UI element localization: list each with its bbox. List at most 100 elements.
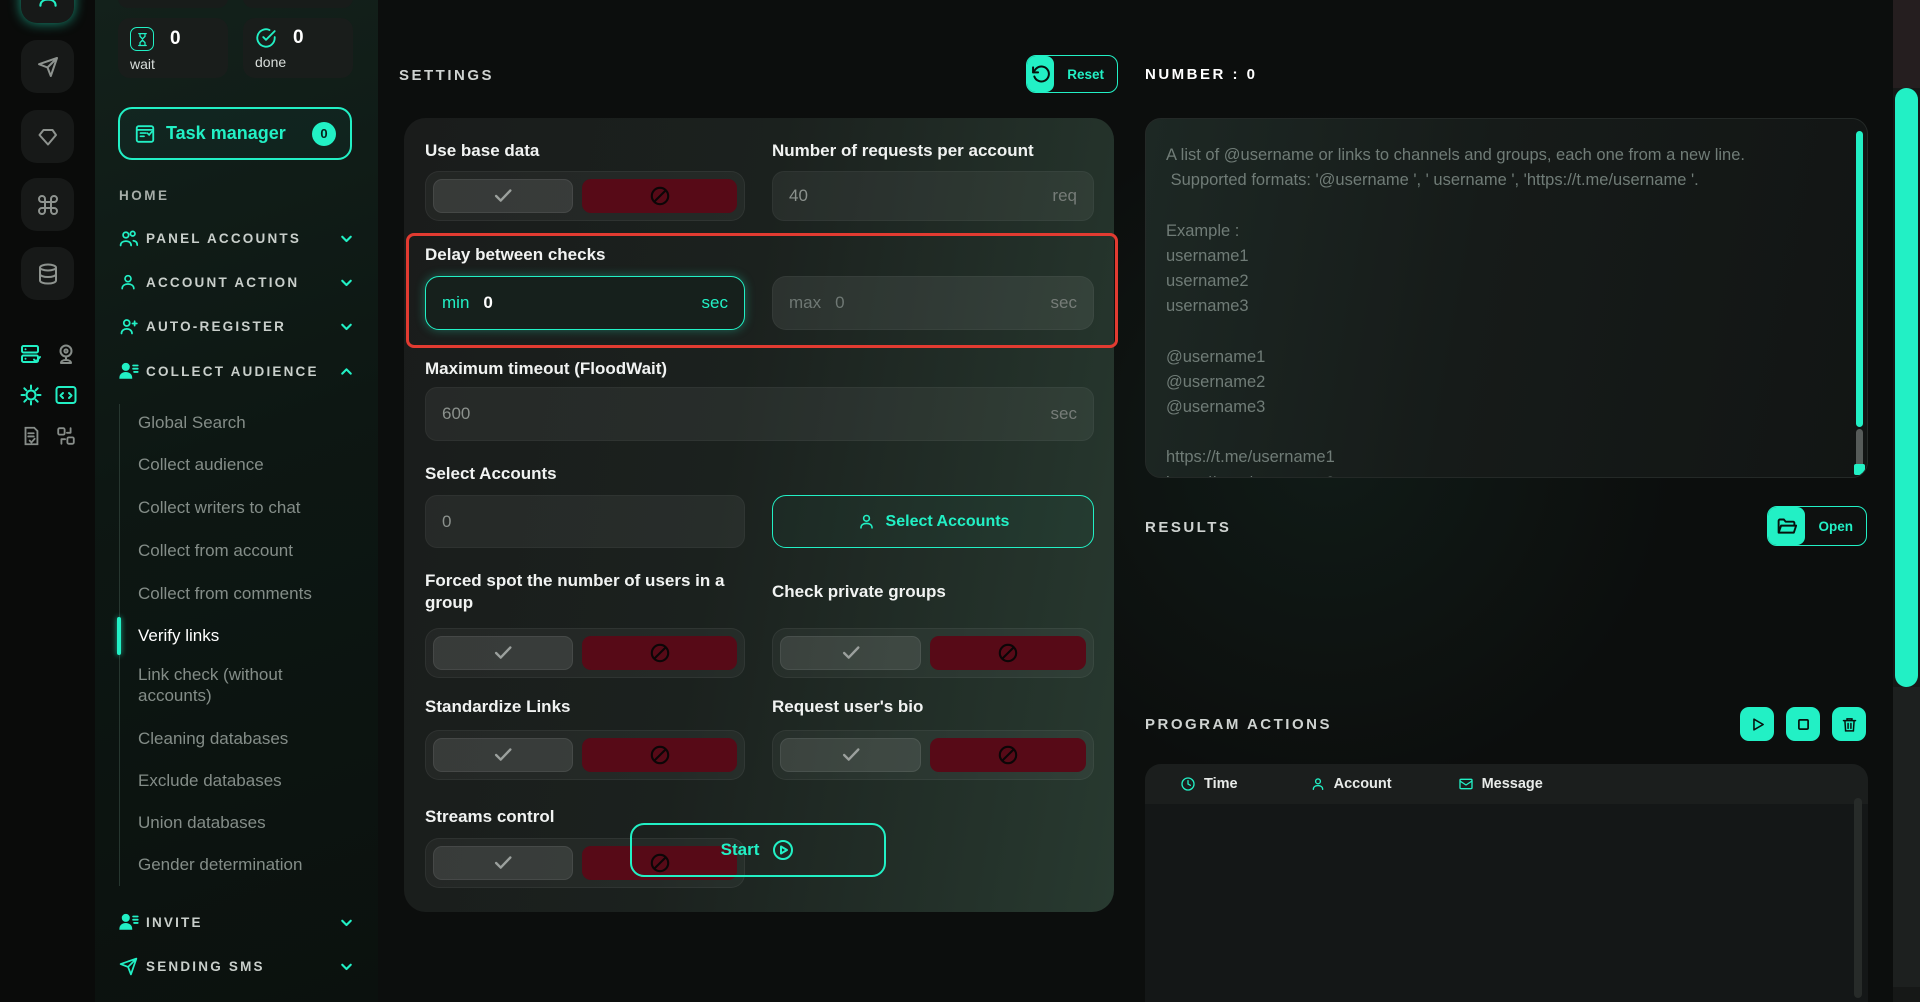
- select-accounts-input[interactable]: 0: [425, 495, 745, 548]
- server-check-icon[interactable]: [18, 341, 44, 367]
- play-circle-icon: [771, 838, 795, 862]
- check-private-groups-label: Check private groups: [772, 581, 946, 603]
- table-header-row: Time Account Message: [1145, 764, 1868, 804]
- sidebar-item-global-search[interactable]: Global Search: [138, 412, 348, 433]
- code-window-icon[interactable]: [53, 382, 79, 408]
- textarea-scrollbar-thumb[interactable]: [1856, 131, 1863, 427]
- sidebar-item-collect-writers[interactable]: Collect writers to chat: [138, 497, 348, 518]
- sidebar-item-exclude-databases[interactable]: Exclude databases: [138, 770, 348, 791]
- program-actions-table: Time Account Message: [1145, 764, 1868, 1002]
- sidebar-item-collect-audience[interactable]: COLLECT AUDIENCE: [95, 356, 378, 386]
- mail-icon: [1458, 776, 1474, 792]
- page-scrollbar-thumb[interactable]: [1895, 88, 1918, 687]
- column-account[interactable]: Account: [1310, 776, 1392, 792]
- table-scrollbar[interactable]: [1854, 798, 1862, 998]
- folder-open-icon: [1768, 507, 1805, 545]
- toggle-no-button[interactable]: [930, 738, 1086, 772]
- toggle-yes-button[interactable]: [780, 636, 921, 670]
- sidebar-item-cleaning-databases[interactable]: Cleaning databases: [138, 728, 348, 749]
- toggle-no-button[interactable]: [930, 636, 1086, 670]
- user-plus-icon: [118, 316, 139, 337]
- settings-title: SETTINGS: [399, 67, 494, 84]
- requests-per-account-input[interactable]: 40 req: [772, 171, 1094, 221]
- scrollbar-track-bottom: [1893, 687, 1920, 987]
- database-icon: [36, 262, 60, 286]
- rail-database-button[interactable]: [21, 247, 74, 300]
- column-message[interactable]: Message: [1458, 776, 1543, 792]
- delay-max-input[interactable]: max 0 sec: [772, 276, 1094, 330]
- max-timeout-input[interactable]: 600 sec: [425, 387, 1094, 441]
- sidebar-item-gender-determination[interactable]: Gender determination: [138, 854, 348, 875]
- stop-button[interactable]: [1786, 707, 1820, 741]
- rail-diamond-button[interactable]: [21, 110, 74, 163]
- toggle-no-button[interactable]: [582, 179, 737, 213]
- sidebar-item-invite[interactable]: INVITE: [95, 907, 378, 937]
- send-icon: [118, 956, 139, 977]
- chevron-up-icon: [338, 363, 355, 380]
- sidebar-item-panel-accounts[interactable]: PANEL ACCOUNTS: [95, 223, 378, 253]
- user-list-icon: [118, 911, 140, 933]
- reset-button[interactable]: Reset: [1026, 55, 1118, 93]
- sidebar-item-collect-from-account[interactable]: Collect from account: [138, 540, 348, 561]
- sidebar-item-union-databases[interactable]: Union databases: [138, 812, 348, 833]
- column-time[interactable]: Time: [1180, 776, 1238, 792]
- sidebar: 0 wait 0 done Task manager 0 HOME PANEL …: [95, 0, 378, 1002]
- gear-icon[interactable]: [18, 382, 44, 408]
- rail-send-button[interactable]: [21, 40, 74, 93]
- sidebar-item-sending-sms[interactable]: SENDING SMS: [95, 951, 378, 981]
- chevron-down-icon: [338, 230, 355, 247]
- document-check-icon[interactable]: [18, 423, 44, 449]
- check-icon: [492, 852, 514, 874]
- toggle-yes-button[interactable]: [433, 846, 573, 880]
- diamond-icon: [36, 125, 60, 149]
- ban-icon: [996, 641, 1020, 665]
- clear-log-button[interactable]: [1832, 707, 1866, 741]
- check-icon: [492, 744, 514, 766]
- wait-counter-chip: 0 wait: [118, 18, 228, 78]
- page-scrollbar: [1893, 0, 1920, 1002]
- done-count: 0: [293, 27, 304, 49]
- ban-icon: [648, 743, 672, 767]
- username-list-textarea[interactable]: A list of @username or links to channels…: [1145, 118, 1868, 478]
- sidebar-item-collect-from-comments[interactable]: Collect from comments: [138, 583, 348, 604]
- ban-icon: [648, 184, 672, 208]
- requests-per-account-label: Number of requests per account: [772, 140, 1034, 162]
- textarea-placeholder: A list of @username or links to channels…: [1166, 143, 1816, 478]
- sidebar-item-account-action[interactable]: ACCOUNT ACTION: [95, 267, 378, 297]
- rail-command-button[interactable]: [21, 178, 74, 231]
- toggle-yes-button[interactable]: [433, 636, 573, 670]
- icon-rail: [0, 0, 95, 1002]
- wait-label: wait: [130, 56, 216, 72]
- swap-icon[interactable]: [53, 423, 79, 449]
- start-button[interactable]: Start: [630, 823, 886, 877]
- webcam-icon[interactable]: [53, 341, 79, 367]
- sidebar-item-verify-links[interactable]: Verify links: [138, 625, 348, 646]
- clock-icon: [1180, 776, 1196, 792]
- toggle-yes-button[interactable]: [780, 738, 921, 772]
- check-private-groups-toggle: [772, 628, 1094, 678]
- delay-min-input[interactable]: min 0 sec: [425, 276, 745, 330]
- open-results-button[interactable]: Open: [1767, 506, 1867, 546]
- command-icon: [36, 193, 60, 217]
- select-accounts-label: Select Accounts: [425, 463, 557, 485]
- sidebar-item-auto-register[interactable]: AUTO-REGISTER: [95, 311, 378, 341]
- sidebar-item-link-check[interactable]: Link check (without accounts): [138, 664, 338, 706]
- toggle-yes-button[interactable]: [433, 179, 573, 213]
- home-section-label: HOME: [119, 188, 170, 203]
- select-accounts-button[interactable]: Select Accounts: [772, 495, 1094, 548]
- task-manager-button[interactable]: Task manager 0: [118, 107, 352, 160]
- wait-count: 0: [170, 28, 181, 50]
- run-button[interactable]: [1740, 707, 1774, 741]
- toggle-no-button[interactable]: [582, 636, 737, 670]
- rail-profile-button[interactable]: [21, 0, 74, 23]
- standardize-links-toggle: [425, 730, 745, 780]
- sidebar-item-collect-audience-sub[interactable]: Collect audience: [138, 454, 348, 475]
- trash-icon: [1841, 716, 1858, 733]
- rotate-ccw-icon: [1027, 56, 1054, 92]
- chevron-down-icon: [338, 318, 355, 335]
- toggle-yes-button[interactable]: [433, 738, 573, 772]
- check-icon: [840, 744, 862, 766]
- toggle-no-button[interactable]: [582, 738, 737, 772]
- resize-grip[interactable]: [1854, 464, 1865, 475]
- forced-spot-toggle: [425, 628, 745, 678]
